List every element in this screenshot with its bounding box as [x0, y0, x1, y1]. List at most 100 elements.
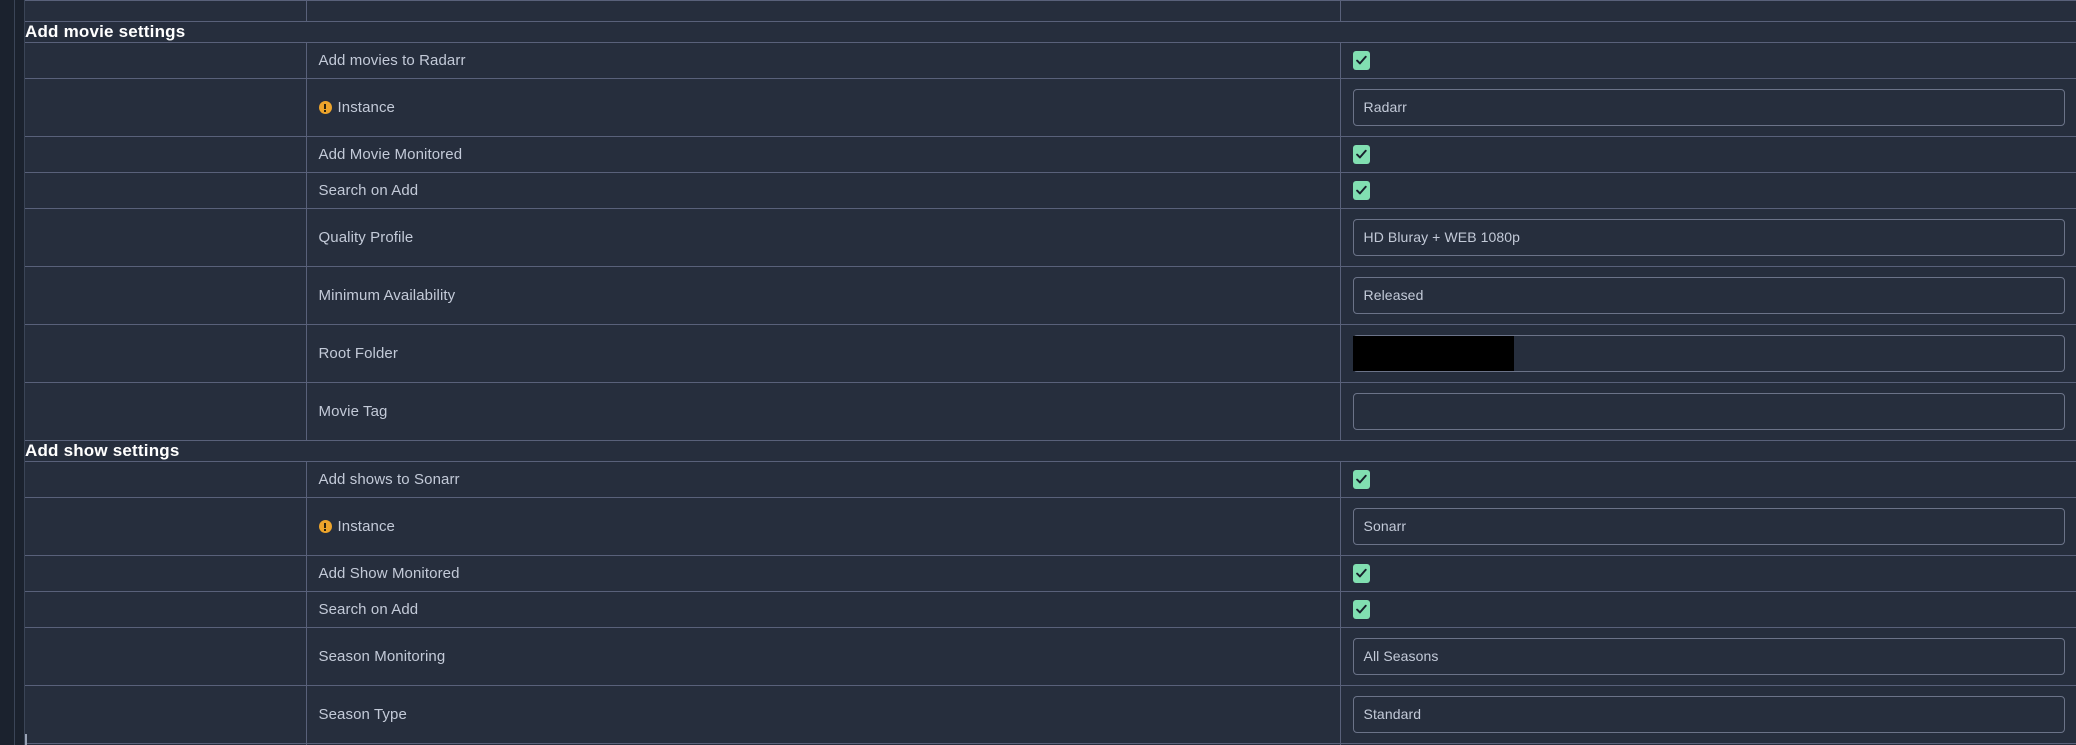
- table-row: Minimum Availability Released: [25, 266, 2076, 325]
- row-label-cell: [25, 497, 307, 556]
- text-caret-artifact: [25, 734, 27, 745]
- field-name-cell: Movie Tag: [306, 382, 1341, 441]
- row-label-cell: [25, 324, 307, 383]
- table-row: Add Show Monitored: [25, 555, 2076, 592]
- input-minimum-availability[interactable]: Released: [1352, 277, 2065, 314]
- input-season-type[interactable]: Standard: [1352, 696, 2065, 733]
- field-name-cell: Quality Profile: [306, 208, 1341, 267]
- row-label-cell: [25, 208, 307, 267]
- input-wrapper: Sonarr: [1352, 508, 2076, 545]
- field-name-cell: Season Monitoring: [306, 627, 1341, 686]
- checkbox-search-on-add[interactable]: [1352, 181, 1370, 200]
- checkbox-add-movies-to-radarr[interactable]: [1352, 51, 1370, 70]
- field-control-cell: Standard: [1340, 685, 2076, 744]
- spacer-control-cell: [1340, 0, 2076, 22]
- input-wrapper: [1352, 335, 2076, 372]
- input-quality-profile[interactable]: HD Bluray + WEB 1080p: [1352, 219, 2065, 256]
- field-name-label: Instance: [337, 518, 396, 535]
- input-wrapper: HD Bluray + WEB 1080p: [1352, 219, 2076, 256]
- row-label-cell: [25, 136, 307, 173]
- input-wrapper: All Seasons: [1352, 638, 2076, 675]
- field-name-label: Add shows to Sonarr: [318, 471, 460, 488]
- field-control-cell: [1340, 172, 2076, 209]
- table-row: Add shows to Sonarr: [25, 461, 2076, 498]
- input-wrapper: [1352, 393, 2076, 430]
- row-label-cell: [25, 172, 307, 209]
- input-wrapper: Standard: [1352, 696, 2076, 733]
- field-name-cell: Season Type: [306, 685, 1341, 744]
- warning-icon: [318, 520, 332, 533]
- settings-table: Add movie settings Add movies to Radarr In…: [25, 0, 2076, 745]
- spacer-label-cell: [25, 0, 307, 22]
- table-row: Quality Profile HD Bluray + WEB 1080p: [25, 208, 2076, 267]
- row-label-cell: [25, 591, 307, 628]
- field-control-cell: All Seasons: [1340, 627, 2076, 686]
- field-name-label: Add movies to Radarr: [318, 52, 466, 69]
- checkbox-add-movie-monitored[interactable]: [1352, 145, 1370, 164]
- field-name-cell: Search on Add: [306, 172, 1341, 209]
- table-row: Root Folder: [25, 324, 2076, 383]
- field-control-cell: HD Bluray + WEB 1080p: [1340, 208, 2076, 267]
- field-name-label: Search on Add: [318, 601, 419, 618]
- field-name-cell: Add shows to Sonarr: [306, 461, 1341, 498]
- settings-table-body: Add movie settings Add movies to Radarr In…: [25, 0, 2076, 745]
- field-name-label: Add Show Monitored: [318, 565, 460, 582]
- field-control-cell: [1340, 461, 2076, 498]
- redaction-overlay: [1352, 336, 1514, 371]
- input-wrapper: Radarr: [1352, 89, 2076, 126]
- row-label-cell: [25, 627, 307, 686]
- table-top-spacer-row: [25, 0, 2076, 22]
- row-label-cell: [25, 266, 307, 325]
- input-instance[interactable]: Sonarr: [1352, 508, 2065, 545]
- field-name-cell: Add movies to Radarr: [306, 42, 1341, 79]
- input-wrapper: Released: [1352, 277, 2076, 314]
- row-label-cell: [25, 685, 307, 744]
- table-row: Season Type Standard: [25, 685, 2076, 744]
- row-label-cell: [25, 555, 307, 592]
- field-name-cell: Add Movie Monitored: [306, 136, 1341, 173]
- settings-page: Add movie settings Add movies to Radarr In…: [0, 0, 2076, 745]
- checkbox-add-shows-to-sonarr[interactable]: [1352, 470, 1370, 489]
- section-header-add-movie-settings: Add movie settings: [25, 21, 2076, 43]
- field-control-cell: [1340, 382, 2076, 441]
- field-name-cell: Instance: [306, 78, 1341, 137]
- row-label-cell: [25, 42, 307, 79]
- field-control-cell: [1340, 591, 2076, 628]
- field-name-cell: Instance: [306, 497, 1341, 556]
- input-season-monitoring[interactable]: All Seasons: [1352, 638, 2065, 675]
- field-name-cell: Add Show Monitored: [306, 555, 1341, 592]
- field-name-label: Movie Tag: [318, 403, 388, 420]
- input-instance[interactable]: Radarr: [1352, 89, 2065, 126]
- section-header-add-show-settings: Add show settings: [25, 440, 2076, 462]
- field-name-cell: Root Folder: [306, 324, 1341, 383]
- table-row: Search on Add: [25, 591, 2076, 628]
- field-control-cell: Radarr: [1340, 78, 2076, 137]
- row-label-cell: [25, 461, 307, 498]
- table-row: Add movies to Radarr: [25, 42, 2076, 79]
- checkbox-add-show-monitored[interactable]: [1352, 564, 1370, 583]
- section-header-row: Add movie settings: [25, 21, 2076, 43]
- field-name-cell: Minimum Availability: [306, 266, 1341, 325]
- field-control-cell: [1340, 555, 2076, 592]
- field-name-label: Add Movie Monitored: [318, 146, 463, 163]
- field-name-label: Quality Profile: [318, 229, 414, 246]
- table-row: Instance Sonarr: [25, 497, 2076, 556]
- table-row: Instance Radarr: [25, 78, 2076, 137]
- field-name-label: Root Folder: [318, 345, 398, 362]
- row-label-cell: [25, 382, 307, 441]
- input-movie-tag[interactable]: [1352, 393, 2065, 430]
- field-name-cell: Search on Add: [306, 591, 1341, 628]
- field-control-cell: [1340, 136, 2076, 173]
- field-control-cell: [1340, 42, 2076, 79]
- field-control-cell: [1340, 324, 2076, 383]
- table-row: Add Movie Monitored: [25, 136, 2076, 173]
- warning-icon: [318, 101, 332, 114]
- field-name-label: Season Type: [318, 706, 407, 723]
- section-header-row: Add show settings: [25, 440, 2076, 462]
- table-row: Movie Tag: [25, 382, 2076, 441]
- spacer-name-cell: [306, 0, 1341, 22]
- checkbox-search-on-add[interactable]: [1352, 600, 1370, 619]
- field-control-cell: Released: [1340, 266, 2076, 325]
- page-left-rule-outer: [14, 0, 15, 745]
- field-name-label: Minimum Availability: [318, 287, 456, 304]
